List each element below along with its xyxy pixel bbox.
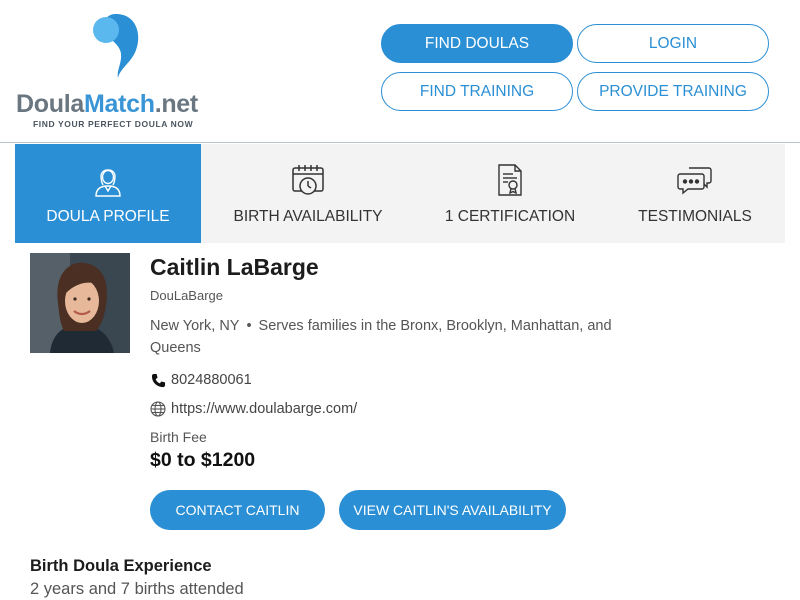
experience-value: 2 years and 7 births attended [30,580,244,598]
doula-person-icon [89,162,127,198]
calendar-clock-icon [289,162,327,198]
doula-location: New York, NY • Serves families in the Bron… [150,315,650,359]
doulamatch-logo[interactable]: DoulaMatch.net FIND YOUR PERFECT DOULA N… [16,12,226,132]
website-contact[interactable]: https://www.doulabarge.com/ [150,401,357,417]
login-button[interactable]: LOGIN [577,24,769,63]
tab-doula-profile[interactable]: DOULA PROFILE [15,144,201,243]
tab-doula-profile-label: DOULA PROFILE [46,208,170,225]
certificate-document-icon [491,162,529,198]
birth-fee-value: $0 to $1200 [150,449,256,471]
logo-word-match: Match [83,90,155,118]
logo-wordmark: DoulaMatch.net [16,90,198,119]
doula-username: DouLaBarge [150,288,223,303]
globe-icon [150,401,166,417]
experience-heading: Birth Doula Experience [30,557,212,575]
phone-number[interactable]: 8024880061 [171,372,252,388]
doula-profile-photo [30,253,130,353]
contact-doula-button[interactable]: CONTACT CAITLIN [150,490,325,530]
tab-birth-availability[interactable]: BIRTH AVAILABILITY [201,144,415,243]
site-header: DoulaMatch.net FIND YOUR PERFECT DOULA N… [0,0,800,143]
doula-name: Caitlin LaBarge [150,254,319,280]
provide-training-button[interactable]: PROVIDE TRAINING [577,72,769,111]
logo-tagline: FIND YOUR PERFECT DOULA NOW [33,119,194,129]
tab-certification-label: 1 CERTIFICATION [444,208,576,225]
chat-bubbles-icon [676,162,714,198]
logo-mark-icon [93,14,139,78]
tab-certification[interactable]: 1 CERTIFICATION [415,144,605,243]
find-training-button[interactable]: FIND TRAINING [381,72,573,111]
phone-icon [150,372,166,388]
separator-dot-icon: • [246,318,252,334]
tab-testimonials-label: TESTIMONIALS [638,208,752,225]
profile-tabs: DOULA PROFILE BIRTH AVAILABILITY 1 CERTI… [15,144,785,243]
doula-city: New York, NY [150,318,240,334]
logo-word-doula: Doula [16,90,84,118]
phone-contact[interactable]: 8024880061 [150,372,252,388]
birth-fee-label: Birth Fee [150,429,207,445]
tab-testimonials[interactable]: TESTIMONIALS [605,144,785,243]
tab-birth-availability-label: BIRTH AVAILABILITY [233,208,383,225]
view-availability-button[interactable]: VIEW CAITLIN'S AVAILABILITY [339,490,566,530]
logo-word-net: .net [154,90,199,118]
find-doulas-button[interactable]: FIND DOULAS [381,24,573,63]
website-link[interactable]: https://www.doulabarge.com/ [171,401,357,417]
